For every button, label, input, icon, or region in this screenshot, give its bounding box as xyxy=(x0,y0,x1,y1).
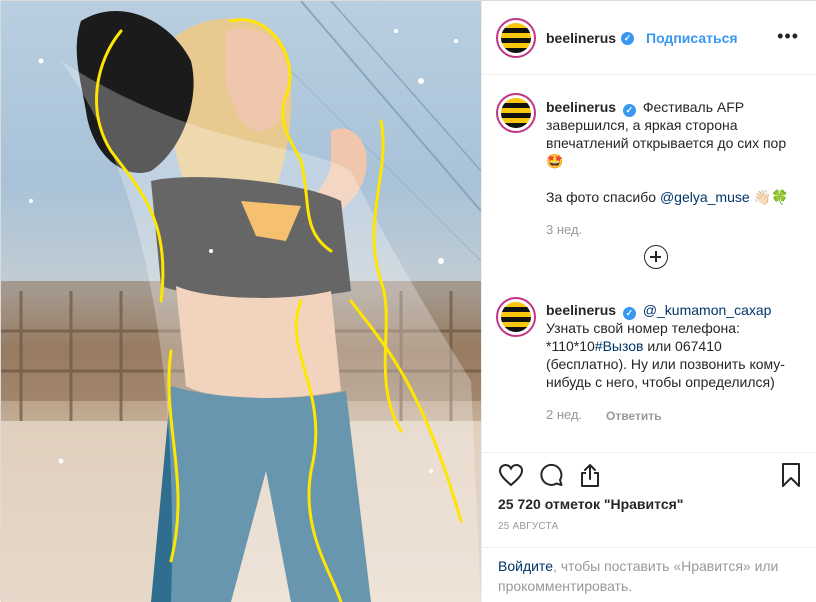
comment-text-line: нибудь с него, чтобы определился) xyxy=(546,374,775,390)
hashtag-link[interactable]: #Вызов xyxy=(595,338,644,354)
comment-text-line: завершился, а яркая сторона xyxy=(546,117,738,133)
heart-icon[interactable] xyxy=(498,463,524,487)
mention-link[interactable]: @gelya_muse xyxy=(660,189,750,205)
post-dialog: beelinerus ✓ Подписаться ••• beelinerus … xyxy=(0,0,816,602)
comment-text-line: Узнать свой номер телефона: xyxy=(546,320,740,336)
verified-badge-icon: ✓ xyxy=(621,32,634,45)
comment-text-line: Фестиваль AFP xyxy=(642,99,745,115)
login-link[interactable]: Войдите xyxy=(498,558,553,574)
comment-body: beelinerus ✓ Фестиваль AFP завершился, а… xyxy=(546,98,806,206)
comment-text-line: впечатлений открывается до сих пор xyxy=(546,135,787,151)
comment-icon[interactable] xyxy=(538,463,564,487)
comment-text-line: *110*10 xyxy=(546,338,595,354)
more-icon[interactable]: ••• xyxy=(777,27,799,45)
comment-avatar[interactable] xyxy=(496,93,536,133)
mention-link[interactable]: @_kumamon_caxap xyxy=(643,302,772,318)
plus-circle-icon[interactable] xyxy=(644,245,668,269)
verified-badge-icon: ✓ xyxy=(622,307,636,320)
bookmark-icon[interactable] xyxy=(781,462,801,488)
comment-text-line: или 067410 xyxy=(643,338,722,354)
post-header: beelinerus ✓ Подписаться ••• xyxy=(482,1,816,75)
comment-time[interactable]: 3 нед. xyxy=(546,222,582,237)
thanks-text: За фото спасибо xyxy=(546,189,657,205)
emoji: 🤩 xyxy=(546,153,564,169)
author-avatar[interactable] xyxy=(496,18,536,58)
share-icon[interactable] xyxy=(578,462,602,488)
post-sidebar: beelinerus ✓ Подписаться ••• beelinerus … xyxy=(481,1,816,602)
comment-time[interactable]: 2 нед. xyxy=(546,407,582,422)
reply-button[interactable]: Ответить xyxy=(606,409,661,423)
emoji: 👋🏻🍀 xyxy=(753,189,789,205)
follow-button[interactable]: Подписаться xyxy=(646,30,738,46)
comment-body: beelinerus ✓ @_kumamon_caxap Узнать свой… xyxy=(546,301,808,391)
comment-text-line: (бесплатно). Ну или позвонить кому- xyxy=(546,356,785,372)
verified-badge-icon: ✓ xyxy=(622,104,636,117)
comment-author[interactable]: beelinerus xyxy=(546,302,616,318)
login-prompt: Войдите, чтобы поставить «Нравится» или … xyxy=(482,547,816,602)
login-text: прокомментировать. xyxy=(498,578,633,594)
login-text: , чтобы поставить «Нравится» или xyxy=(552,558,779,574)
comment-author[interactable]: beelinerus xyxy=(546,99,616,115)
author-username[interactable]: beelinerus xyxy=(546,30,616,46)
comment-avatar[interactable] xyxy=(496,297,536,337)
post-photo[interactable] xyxy=(1,1,481,602)
post-date[interactable]: 25 АВГУСТА xyxy=(498,521,558,532)
likes-count[interactable]: 25 720 отметок "Нравится" xyxy=(498,496,683,512)
photo-illustration xyxy=(1,1,481,602)
comments-list: beelinerus ✓ Фестиваль AFP завершился, а… xyxy=(482,76,816,452)
post-actions: 25 720 отметок "Нравится" 25 АВГУСТА xyxy=(482,452,816,547)
